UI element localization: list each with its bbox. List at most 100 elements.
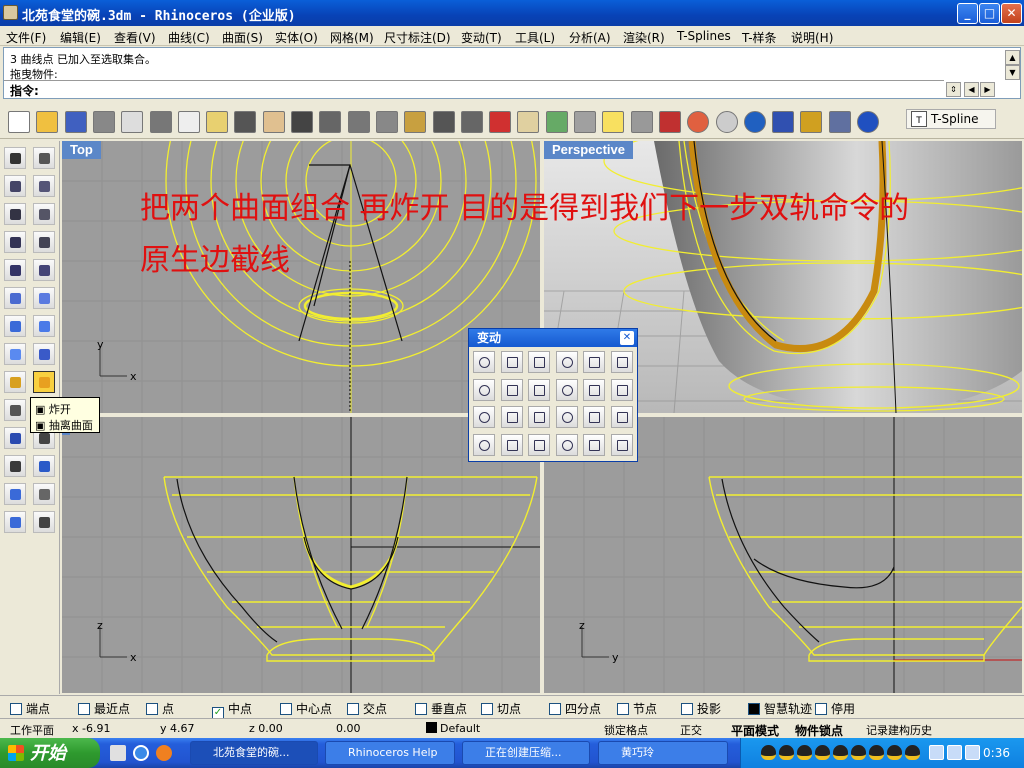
flow-icon[interactable] — [583, 378, 605, 401]
osnap-checkbox[interactable] — [549, 703, 561, 715]
osnap-checkbox[interactable] — [415, 703, 427, 715]
ortho-toggle[interactable]: 正交 — [680, 722, 702, 738]
spin-icon[interactable]: ⇕ — [946, 82, 961, 97]
light-icon[interactable] — [602, 111, 625, 133]
osnap-option[interactable]: 节点 — [617, 700, 657, 717]
sphere-render-icon[interactable] — [743, 111, 766, 133]
maximize-button[interactable]: □ — [979, 3, 1000, 24]
extrude-icon[interactable] — [4, 511, 26, 533]
open-icon[interactable] — [36, 111, 59, 133]
grid-icon[interactable] — [517, 111, 540, 133]
volume-icon[interactable] — [947, 745, 962, 760]
bend-y-icon[interactable] — [528, 433, 550, 456]
lock-icon[interactable] — [630, 111, 653, 133]
osnap-option[interactable]: 端点 — [10, 700, 50, 717]
palette-titlebar[interactable]: 变动 ✕ — [469, 329, 637, 347]
rotate-icon[interactable] — [500, 351, 523, 373]
bounding-icon[interactable] — [610, 433, 633, 456]
revolve-icon[interactable] — [33, 287, 55, 309]
cylinder-icon[interactable] — [4, 343, 26, 365]
zoom-icon[interactable] — [319, 111, 342, 133]
planar-toggle[interactable]: 平面模式 — [731, 722, 779, 739]
taskbar-item-rhino-help[interactable]: Rhinoceros Help — [325, 741, 455, 765]
viewport-label-top[interactable]: Top — [62, 141, 101, 159]
curve-icon[interactable] — [33, 175, 55, 197]
menu-solid[interactable]: 实体(O) — [275, 29, 318, 46]
polyline-icon[interactable] — [4, 175, 26, 197]
rectangle-icon[interactable] — [33, 231, 55, 253]
qq-tray-icon[interactable] — [815, 745, 830, 760]
set-points-icon[interactable] — [500, 406, 523, 428]
osnap-toggle[interactable]: 物件锁点 — [795, 722, 843, 739]
menu-edit[interactable]: 编辑(E) — [60, 29, 101, 46]
qq-tray-icon[interactable] — [905, 745, 920, 760]
group-icon[interactable] — [4, 427, 26, 449]
move-icon[interactable] — [4, 399, 26, 421]
osnap-checkbox[interactable] — [681, 703, 693, 715]
osnap-checkbox[interactable] — [10, 703, 22, 715]
qq-tray-icon[interactable] — [797, 745, 812, 760]
hatch-icon[interactable] — [33, 511, 55, 533]
new-icon[interactable] — [8, 111, 30, 133]
qq-tray-icon[interactable] — [869, 745, 884, 760]
twist-icon[interactable] — [528, 378, 550, 401]
array-icon[interactable] — [610, 378, 633, 401]
osnap-option[interactable]: 点 — [146, 700, 174, 717]
properties-icon[interactable] — [800, 111, 823, 133]
menu-analyze[interactable]: 分析(A) — [569, 29, 611, 46]
smooth-icon[interactable] — [555, 433, 578, 456]
next-arrow-icon[interactable]: ▶ — [980, 82, 995, 97]
osnap-option[interactable]: 四分点 — [549, 700, 601, 717]
osnap-checkbox[interactable] — [347, 703, 359, 715]
cplane-label[interactable]: 工作平面 — [10, 722, 54, 738]
osnap-checkbox[interactable] — [78, 703, 90, 715]
undo-view-icon[interactable] — [432, 111, 455, 133]
menu-transform[interactable]: 变动(T) — [461, 29, 502, 46]
orient-icon[interactable] — [500, 378, 523, 401]
bend-z-icon[interactable] — [500, 433, 523, 456]
surface-icon[interactable] — [4, 287, 26, 309]
point-icon[interactable] — [33, 147, 55, 169]
qq-tray-icon[interactable] — [779, 745, 794, 760]
scroll-up-icon[interactable]: ▲ — [1005, 50, 1020, 65]
menu-tspline-cn[interactable]: T-样条 — [742, 29, 777, 46]
menu-help[interactable]: 说明(H) — [791, 29, 833, 46]
circle-array-icon[interactable] — [473, 406, 495, 428]
layer-indicator[interactable]: Default — [426, 722, 480, 735]
cage-icon[interactable] — [583, 433, 605, 456]
start-button[interactable]: 开始 — [0, 738, 100, 768]
taskbar-item-compress[interactable]: 正在创建压缩... — [462, 741, 590, 765]
osnap-checkbox[interactable] — [617, 703, 629, 715]
select-icon[interactable] — [4, 147, 26, 169]
menu-tsplines[interactable]: T-Splines — [677, 29, 731, 43]
text-icon[interactable] — [33, 455, 55, 477]
osnap-option[interactable]: 中心点 — [280, 700, 332, 717]
sphere-icon[interactable] — [33, 315, 55, 337]
scale-icon[interactable] — [528, 351, 550, 373]
polygon-icon[interactable] — [4, 231, 26, 253]
offset-icon[interactable] — [4, 455, 26, 477]
menu-tools[interactable]: 工具(L) — [515, 29, 555, 46]
bend-icon[interactable] — [555, 378, 578, 401]
render-icon[interactable] — [772, 111, 795, 133]
viewport-label-perspective[interactable]: Perspective — [544, 141, 633, 159]
help-icon[interactable] — [857, 111, 879, 133]
osnap-option[interactable]: 垂直点 — [415, 700, 467, 717]
align-icon[interactable] — [555, 406, 578, 428]
record-history-toggle[interactable]: 记录建构历史 — [866, 722, 932, 738]
grid-snap-toggle[interactable]: 锁定格点 — [604, 722, 648, 738]
color-wheel-icon[interactable] — [687, 111, 710, 133]
osnap-icon[interactable] — [574, 111, 596, 133]
osnap-option[interactable]: 投影 — [681, 700, 721, 717]
paste-icon[interactable] — [206, 111, 229, 133]
osnap-checkbox[interactable] — [280, 703, 292, 715]
osnap-checkbox[interactable] — [146, 703, 158, 715]
qq-tray-icon[interactable] — [833, 745, 848, 760]
fillet-curve-icon[interactable] — [33, 259, 55, 281]
rotate-view-icon[interactable] — [291, 111, 313, 133]
osnap-checkbox[interactable] — [748, 703, 760, 715]
menu-mesh[interactable]: 网格(M) — [330, 29, 374, 46]
ie-icon[interactable] — [133, 745, 149, 761]
taper-icon[interactable] — [583, 406, 605, 428]
prev-arrow-icon[interactable]: ◀ — [964, 82, 979, 97]
